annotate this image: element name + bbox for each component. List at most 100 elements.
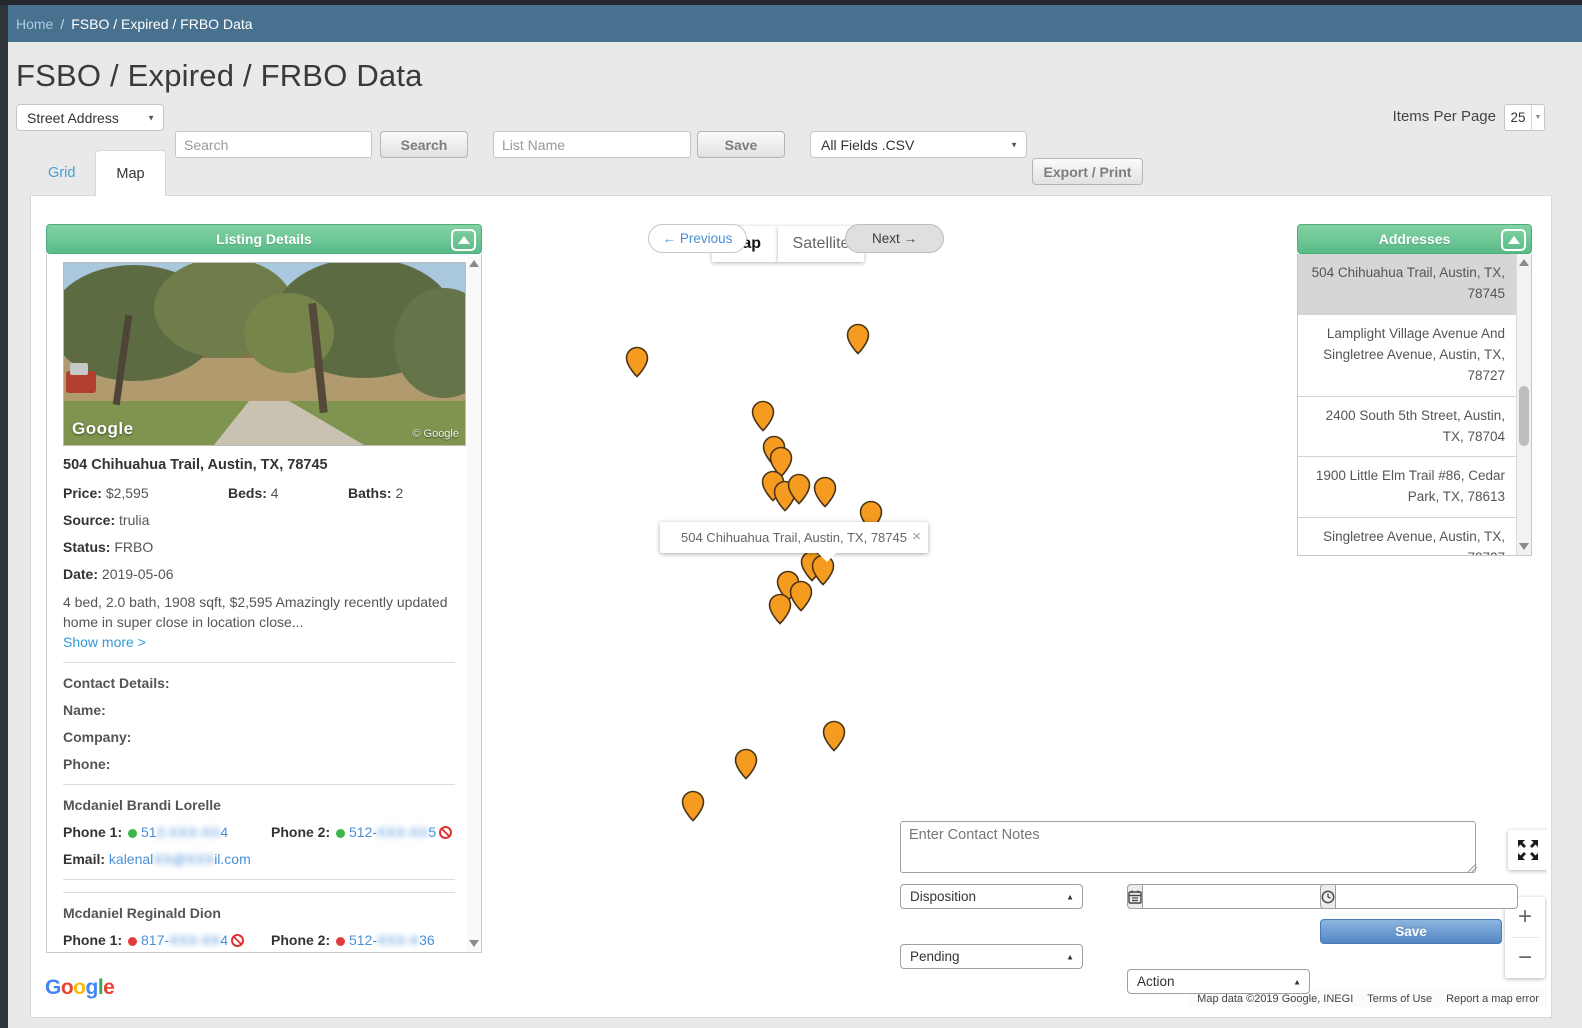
map-marker[interactable] [822,720,846,752]
listing-panel-scrollbar[interactable] [467,256,481,951]
items-per-page-select[interactable]: 25 ▼ [1504,104,1545,131]
breadcrumb-current: FSBO / Expired / FRBO Data [71,15,253,32]
search-input[interactable] [175,131,372,158]
disposition-select[interactable]: Disposition ▲ [900,884,1083,909]
close-icon[interactable]: × [912,529,921,544]
do-not-call-icon [439,826,453,840]
phone-number-link[interactable]: 512-XXX-XX4 [141,824,228,840]
contact-phone1: Phone 1: 817-XXX-XX4 [63,932,271,948]
tab-map[interactable]: Map [95,150,166,196]
addresses-title: Addresses [1378,231,1451,247]
source-label: Source: [63,512,116,528]
fullscreen-button[interactable] [1508,830,1547,870]
address-item[interactable]: 504 Chihuahua Trail, Austin, TX, 78745 [1298,254,1531,315]
contact-notes-textarea[interactable] [900,821,1476,873]
beds-label: Beds: [228,485,267,501]
scrollbar-thumb[interactable] [1519,386,1529,447]
clock-icon [1320,884,1335,909]
export-format-select-value: All Fields .CSV [821,136,915,153]
listing-details-header[interactable]: Listing Details [46,224,482,254]
map-marker[interactable] [787,473,811,505]
phone-status-dot [128,936,138,946]
save-list-button[interactable]: Save [697,131,785,158]
action-select[interactable]: Action ▲ [1127,969,1310,994]
address-item[interactable]: Lamplight Village Avenue And Singletree … [1298,315,1531,397]
time-input-group [1320,884,1518,909]
map-marker[interactable] [813,476,837,508]
tab-grid[interactable]: Grid [28,150,95,196]
next-page-button[interactable]: Next → [845,224,944,253]
google-logo-letter: o [73,976,86,999]
calendar-icon [1127,884,1142,909]
zoom-out-button[interactable]: − [1505,938,1545,978]
contact-email-link[interactable]: kalenalXX@XXXil.com [109,851,251,867]
google-logo-letter: e [103,976,115,999]
collapse-panel-icon[interactable] [451,229,476,251]
toolbar: Street Address ▼ Search Save All Fields … [0,104,1582,185]
map-data-credit: Map data ©2019 Google, INEGI [1197,992,1354,1005]
export-format-select[interactable]: All Fields .CSV ▼ [810,131,1027,158]
contact-details-label: Contact Details: [63,675,170,692]
map-marker[interactable] [681,790,705,822]
export-print-button[interactable]: Export / Print [1032,158,1143,185]
contact-block: Mcdaniel Brandi Lorelle Phone 1: 512-XXX-… [63,784,455,881]
window-top-strip [0,0,1582,5]
phone-number-link[interactable]: 512-XXX-XX5 [349,824,436,840]
scroll-up-icon[interactable] [469,260,479,267]
scroll-down-icon[interactable] [469,940,479,947]
address-item[interactable]: 2400 South 5th Street, Austin, TX, 78704 [1298,397,1531,458]
addresses-scrollbar[interactable] [1516,254,1531,555]
report-map-error-link[interactable]: Report a map error [1446,993,1539,1005]
map-marker[interactable] [751,400,775,432]
previous-page-button[interactable]: ← Previous [648,224,747,253]
breadcrumb-home-link[interactable]: Home [16,16,53,32]
search-field-select[interactable]: Street Address ▼ [16,104,164,131]
date-input-group [1127,884,1325,909]
listing-details-panel: Google © Google 504 Chihuahua Trail, Aus… [46,254,482,953]
price-label: Price: [63,485,102,501]
photo-copyright: © Google [412,428,459,440]
save-notes-button[interactable]: Save [1320,919,1502,944]
map-marker[interactable] [625,346,649,378]
listing-photo[interactable]: Google © Google [63,262,466,446]
status-label: Status: [63,539,111,555]
phone-number-link[interactable]: 817-XXX-XX4 [141,932,228,948]
address-item[interactable]: 1900 Little Elm Trail #86, Cedar Park, T… [1298,457,1531,519]
scroll-down-icon[interactable] [1519,543,1529,550]
listing-facts: Price: $2,595 Beds: 4 Baths: 2 [63,485,455,501]
view-tabs: Grid Map [28,150,166,196]
google-logo-letter: G [45,976,61,999]
pending-select[interactable]: Pending ▲ [900,944,1083,969]
contact-phone2: Phone 2: 512-XXX-X36 [271,932,435,949]
show-more-link[interactable]: Show more > [63,634,146,650]
photo-google-watermark: Google [72,419,134,438]
date-input[interactable] [1142,884,1325,909]
beds-value: 4 [270,485,279,501]
chevron-down-icon: ▼ [147,113,155,122]
phone-status-dot [336,828,346,838]
map-marker[interactable] [846,323,870,355]
collapse-panel-icon[interactable] [1501,229,1526,251]
map-marker[interactable] [734,748,758,780]
time-input[interactable] [1335,884,1518,909]
contact-phone1: Phone 1: 512-XXX-XX4 [63,824,229,841]
chevron-down-icon: ▼ [1010,140,1018,149]
search-field-select-value: Street Address [27,109,119,126]
page-title: FSBO / Expired / FRBO Data [16,58,423,93]
textarea-resize-handle[interactable] [1468,864,1477,873]
addresses-header[interactable]: Addresses [1297,224,1532,254]
list-name-input[interactable] [493,131,691,158]
map-marker[interactable] [768,593,792,625]
search-button[interactable]: Search [380,131,468,158]
status-value: FRBO [114,539,154,555]
price-value: $2,595 [105,485,149,501]
contact-phone-label: Phone: [63,756,111,773]
terms-of-use-link[interactable]: Terms of Use [1367,993,1432,1005]
phone-number-link[interactable]: 512-XXX-X36 [349,932,435,948]
action-select-value: Action [1137,974,1175,989]
map-marker[interactable] [789,580,813,612]
phone-status-dot [336,936,346,946]
address-item[interactable]: Singletree Avenue, Austin, TX, 78727 [1298,518,1531,555]
scroll-up-icon[interactable] [1519,259,1529,266]
chevron-up-icon: ▲ [1293,977,1301,986]
